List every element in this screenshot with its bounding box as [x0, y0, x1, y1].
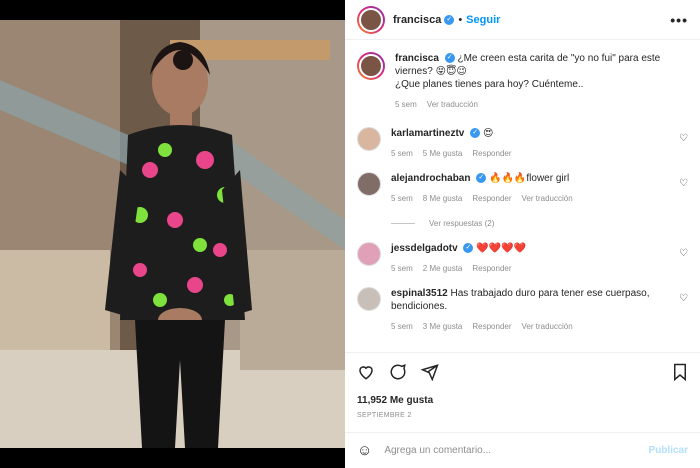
- comment-text: 😍: [482, 128, 494, 139]
- comment-time[interactable]: 5 sem: [391, 192, 413, 205]
- translate-link[interactable]: Ver traducción: [522, 192, 573, 205]
- like-comment-icon[interactable]: ♡: [679, 178, 688, 189]
- comment-likes[interactable]: 8 Me gusta: [423, 192, 463, 205]
- comments-list[interactable]: francisca ✓ ¿Me creen esta carita de "yo…: [345, 40, 700, 352]
- heart-icon[interactable]: [357, 363, 375, 381]
- comment-avatar[interactable]: [357, 172, 381, 196]
- likes-count[interactable]: 11,952 Me gusta: [357, 395, 688, 406]
- verified-icon: ✓: [470, 128, 481, 139]
- caption: francisca ✓ ¿Me creen esta carita de "yo…: [357, 52, 688, 111]
- verified-icon: ✓: [463, 243, 474, 254]
- verified-icon: ✓: [444, 14, 455, 25]
- post-photo[interactable]: [0, 0, 345, 468]
- view-replies-label[interactable]: Ver respuestas (2): [429, 219, 494, 228]
- post-panel: francisca ✓ • Seguir ••• francisca ✓ ¿Me…: [345, 0, 700, 468]
- publish-button[interactable]: Publicar: [649, 445, 688, 456]
- comment-item: espinal3512 Has trabajado duro para tene…: [357, 287, 688, 333]
- comment-avatar[interactable]: [357, 242, 381, 266]
- comment-input[interactable]: [384, 445, 649, 456]
- comment-avatar[interactable]: [357, 287, 381, 311]
- comment-text: ❤️❤️❤️❤️: [476, 243, 527, 254]
- post-date: SEPTIEMBRE 2: [357, 412, 412, 419]
- comment-item: karlamartineztv ✓ 😍 5 sem 5 Me gusta Res…: [357, 127, 688, 160]
- comment-icon[interactable]: [389, 363, 407, 381]
- comment-username[interactable]: alejandrochaban: [391, 173, 470, 184]
- comment-time[interactable]: 5 sem: [391, 147, 413, 160]
- bookmark-icon[interactable]: [672, 363, 688, 381]
- photo-image: [0, 20, 345, 448]
- comment-avatar[interactable]: [357, 127, 381, 151]
- replies-divider: [391, 223, 415, 224]
- verified-icon: ✓: [444, 53, 455, 64]
- follow-button[interactable]: Seguir: [466, 14, 500, 26]
- smiley-icon[interactable]: ☺: [357, 442, 372, 459]
- comment-composer: ☺ Publicar: [345, 432, 700, 468]
- caption-time[interactable]: 5 sem: [395, 98, 417, 111]
- comment-item: alejandrochaban ✓ 🔥🔥🔥flower girl 5 sem 8…: [357, 172, 688, 205]
- caption-text-2: ¿Que planes tienes para hoy? Cuénteme..: [395, 79, 584, 90]
- comment-username[interactable]: jessdelgadotv: [391, 243, 458, 254]
- verified-icon: ✓: [476, 173, 487, 184]
- post-username[interactable]: francisca: [393, 14, 441, 26]
- caption-avatar[interactable]: [357, 52, 385, 80]
- comment-time[interactable]: 5 sem: [391, 320, 413, 333]
- post-header: francisca ✓ • Seguir •••: [345, 0, 700, 40]
- more-options-icon[interactable]: •••: [670, 12, 688, 28]
- share-icon[interactable]: [421, 363, 439, 381]
- reply-button[interactable]: Responder: [472, 320, 511, 333]
- reply-button[interactable]: Responder: [472, 192, 511, 205]
- like-comment-icon[interactable]: ♡: [679, 133, 688, 144]
- comment-text: 🔥🔥🔥flower girl: [489, 173, 570, 184]
- caption-translate-link[interactable]: Ver traducción: [427, 98, 478, 111]
- post-actions: 11,952 Me gusta SEPTIEMBRE 2: [345, 352, 700, 419]
- comment-likes[interactable]: 2 Me gusta: [423, 262, 463, 275]
- comment-time[interactable]: 5 sem: [391, 262, 413, 275]
- separator-dot: •: [458, 13, 463, 26]
- translate-link[interactable]: Ver traducción: [522, 320, 573, 333]
- like-comment-icon[interactable]: ♡: [679, 248, 688, 259]
- avatar[interactable]: [357, 5, 385, 34]
- comment-likes[interactable]: 3 Me gusta: [423, 320, 463, 333]
- comment-likes[interactable]: 5 Me gusta: [423, 147, 463, 160]
- view-replies-button[interactable]: Ver respuestas (2): [391, 219, 688, 228]
- reply-button[interactable]: Responder: [472, 262, 511, 275]
- comment-item: jessdelgadotv ✓ ❤️❤️❤️❤️ 5 sem 2 Me gust…: [357, 242, 688, 275]
- like-comment-icon[interactable]: ♡: [679, 293, 688, 304]
- reply-button[interactable]: Responder: [472, 147, 511, 160]
- comment-username[interactable]: karlamartineztv: [391, 128, 464, 139]
- comment-username[interactable]: espinal3512: [391, 288, 448, 299]
- caption-username[interactable]: francisca: [395, 53, 439, 64]
